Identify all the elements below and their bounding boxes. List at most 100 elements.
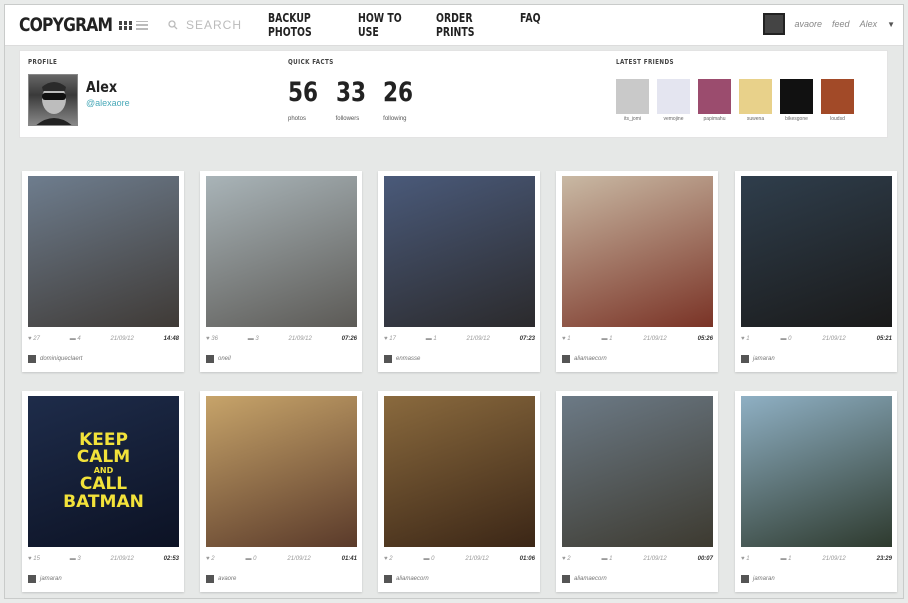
- chevron-down-icon[interactable]: ▼: [887, 20, 895, 29]
- nav-how-to-use[interactable]: HOW TO USE: [358, 11, 419, 39]
- photo-owner[interactable]: aliamaecorn: [562, 355, 607, 363]
- profile-avatar[interactable]: [28, 74, 78, 126]
- likes-count[interactable]: ♥ 2: [206, 556, 215, 562]
- friend-item[interactable]: vemojine: [657, 79, 690, 122]
- photo-meta: ♥ 1 ▬ 0 21/09/12 05:21: [741, 336, 892, 342]
- likes-count[interactable]: ♥ 15: [28, 556, 40, 562]
- photo-card[interactable]: ♥ 1 ▬ 1 21/09/12 23:29 jamaran: [735, 391, 897, 592]
- friend-item[interactable]: its_jomi: [616, 79, 649, 122]
- owner-name[interactable]: oneil: [218, 356, 231, 362]
- photo-owner[interactable]: aliamaecorn: [384, 575, 429, 583]
- comments-count[interactable]: ▬ 0: [423, 556, 434, 562]
- photo-image[interactable]: [562, 176, 713, 327]
- owner-name[interactable]: jamaran: [753, 576, 775, 582]
- fact-following-value: 26: [383, 77, 414, 108]
- owner-name[interactable]: dominiqueclaert: [40, 356, 82, 362]
- likes-count[interactable]: ♥ 1: [741, 556, 750, 562]
- photo-owner[interactable]: aliamaecorn: [562, 575, 607, 583]
- friend-item[interactable]: papimahu: [698, 79, 731, 122]
- photo-card[interactable]: ♥ 2 ▬ 0 21/09/12 01:41 avaore: [200, 391, 362, 592]
- friend-avatar[interactable]: [780, 79, 813, 114]
- photo-card[interactable]: ♥ 1 ▬ 0 21/09/12 05:21 jamaran: [735, 171, 897, 372]
- nav-backup-photos[interactable]: BACKUP PHOTOS: [268, 11, 338, 39]
- feed-link[interactable]: feed: [832, 19, 850, 29]
- list-view-icon[interactable]: [136, 20, 148, 30]
- comments-count[interactable]: ▬ 4: [70, 336, 81, 342]
- photo-image[interactable]: [28, 176, 179, 327]
- photo-image[interactable]: [562, 396, 713, 547]
- owner-name[interactable]: jamaran: [40, 576, 62, 582]
- grid-view-icon[interactable]: [119, 20, 132, 30]
- nav-order-prints[interactable]: ORDER PRINTS: [436, 11, 502, 39]
- photo-card[interactable]: ♥ 27 ▬ 4 21/09/12 14:48 dominiqueclaert: [22, 171, 184, 372]
- comments-count[interactable]: ▬ 1: [601, 556, 612, 562]
- logo[interactable]: COPYGRAM: [19, 14, 113, 36]
- poster-text: KEEP CALM AND CALL BATMAN: [28, 396, 179, 547]
- likes-count[interactable]: ♥ 2: [562, 556, 571, 562]
- friend-item[interactable]: loudsd: [821, 79, 854, 122]
- likes-count[interactable]: ♥ 1: [741, 336, 750, 342]
- likes-count[interactable]: ♥ 36: [206, 336, 218, 342]
- friend-avatar[interactable]: [698, 79, 731, 114]
- owner-name[interactable]: enmasse: [396, 356, 420, 362]
- photo-meta: ♥ 2 ▬ 1 21/09/12 00:07: [562, 556, 713, 562]
- account-menu-label[interactable]: Alex: [860, 19, 878, 29]
- comments-count[interactable]: ▬ 0: [245, 556, 256, 562]
- photo-meta: ♥ 17 ▬ 1 21/09/12 07:23: [384, 336, 535, 342]
- comments-count[interactable]: ▬ 3: [248, 336, 259, 342]
- poster-line: BATMAN: [63, 491, 144, 512]
- photo-meta: ♥ 15 ▬ 3 21/09/12 02:53: [28, 556, 179, 562]
- photo-owner[interactable]: avaore: [206, 575, 236, 583]
- likes-count[interactable]: ♥ 27: [28, 336, 40, 342]
- photo-owner[interactable]: jamaran: [741, 575, 775, 583]
- owner-name[interactable]: aliamaecorn: [396, 576, 429, 582]
- owner-name[interactable]: aliamaecorn: [574, 356, 607, 362]
- photo-card[interactable]: ♥ 2 ▬ 1 21/09/12 00:07 aliamaecorn: [556, 391, 718, 592]
- owner-name[interactable]: jamaran: [753, 356, 775, 362]
- owner-avatar-icon: [562, 355, 570, 363]
- photo-image[interactable]: [741, 176, 892, 327]
- photo-image[interactable]: KEEP CALM AND CALL BATMAN: [28, 396, 179, 547]
- friend-avatar[interactable]: [616, 79, 649, 114]
- photo-card[interactable]: ♥ 2 ▬ 0 21/09/12 01:06 aliamaecorn: [378, 391, 540, 592]
- likes-count[interactable]: ♥ 2: [384, 556, 393, 562]
- comments-count[interactable]: ▬ 3: [70, 556, 81, 562]
- likes-count[interactable]: ♥ 1: [562, 336, 571, 342]
- photo-time: 00:07: [697, 556, 713, 562]
- photo-date: 21/09/12: [466, 336, 490, 342]
- comments-count[interactable]: ▬ 1: [780, 556, 791, 562]
- comments-count[interactable]: ▬ 0: [780, 336, 791, 342]
- photo-owner[interactable]: jamaran: [741, 355, 775, 363]
- friend-item[interactable]: bikesgone: [780, 79, 813, 122]
- profile-handle[interactable]: @alexaore: [86, 98, 130, 108]
- friend-avatar[interactable]: [739, 79, 772, 114]
- friend-item[interactable]: suwena: [739, 79, 772, 122]
- photo-card[interactable]: ♥ 36 ▬ 3 21/09/12 07:26 oneil: [200, 171, 362, 372]
- owner-avatar-icon: [28, 355, 36, 363]
- photo-time: 07:23: [519, 336, 535, 342]
- friend-avatar[interactable]: [821, 79, 854, 114]
- photo-owner[interactable]: enmasse: [384, 355, 420, 363]
- user-avatar-icon[interactable]: [762, 13, 785, 35]
- photo-image[interactable]: [741, 396, 892, 547]
- photo-owner[interactable]: jamaran: [28, 575, 62, 583]
- nav-faq[interactable]: FAQ: [520, 11, 543, 39]
- photo-owner[interactable]: dominiqueclaert: [28, 355, 82, 363]
- owner-name[interactable]: aliamaecorn: [574, 576, 607, 582]
- photo-image[interactable]: [384, 176, 535, 327]
- owner-name[interactable]: avaore: [218, 576, 236, 582]
- photo-image[interactable]: [206, 176, 357, 327]
- photo-card[interactable]: KEEP CALM AND CALL BATMAN ♥ 15 ▬ 3 21/09/12 02:5…: [22, 391, 184, 592]
- likes-count[interactable]: ♥ 17: [384, 336, 396, 342]
- photo-card[interactable]: ♥ 17 ▬ 1 21/09/12 07:23 enmasse: [378, 171, 540, 372]
- photo-image[interactable]: [384, 396, 535, 547]
- username-label[interactable]: avaore: [795, 19, 823, 29]
- user-menu[interactable]: avaore feed Alex ▼: [762, 13, 895, 35]
- comments-count[interactable]: ▬ 1: [426, 336, 437, 342]
- search-box[interactable]: SEARCH: [168, 18, 242, 32]
- comments-count[interactable]: ▬ 1: [601, 336, 612, 342]
- friend-avatar[interactable]: [657, 79, 690, 114]
- photo-image[interactable]: [206, 396, 357, 547]
- photo-owner[interactable]: oneil: [206, 355, 231, 363]
- photo-card[interactable]: ♥ 1 ▬ 1 21/09/12 05:26 aliamaecorn: [556, 171, 718, 372]
